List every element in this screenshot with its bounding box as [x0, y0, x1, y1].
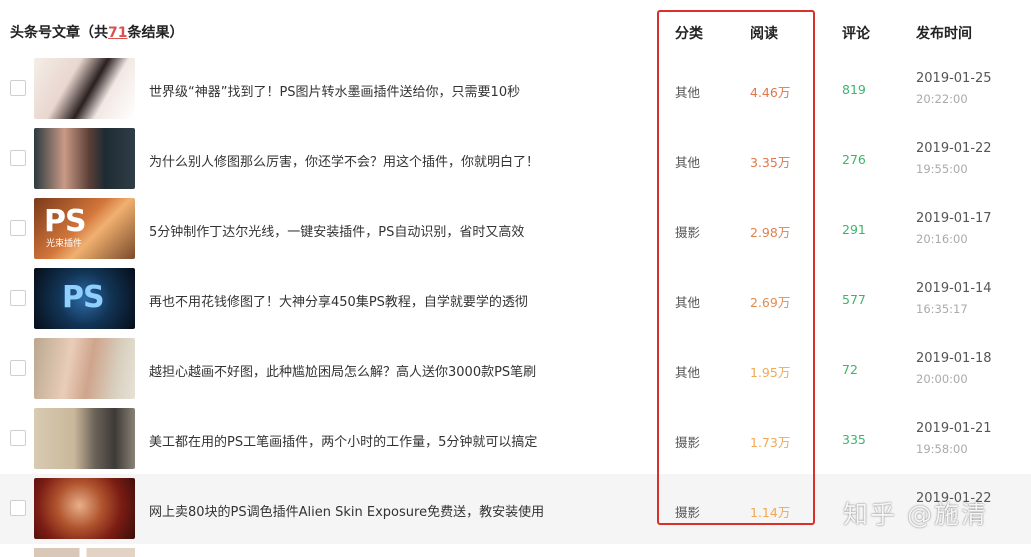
row-checkbox[interactable]	[10, 290, 26, 306]
watermark: 知乎 @施清	[843, 500, 988, 529]
publish-date: 2019-01-17	[916, 211, 992, 226]
result-count[interactable]: 71	[108, 25, 127, 41]
ps-logo-thumbnail[interactable]: PS 光束插件	[34, 198, 135, 259]
table-row: PS 再也不用花钱修图了！大神分享450集PS教程，自学就要学的透彻 其他 2.…	[0, 264, 1031, 334]
article-title-link[interactable]: 为什么别人修图那么厉害，你还学不会？用这个插件，你就明白了！	[149, 151, 539, 170]
partial-next-row	[0, 544, 1031, 557]
comments-cell[interactable]: 291	[842, 222, 866, 237]
publish-date: 2019-01-25	[916, 71, 992, 86]
reads-cell: 3.35万	[750, 155, 791, 170]
category-cell: 其他	[675, 155, 701, 170]
article-title-link[interactable]: 越担心越画不好图，此种尴尬困局怎么解？高人送你3000款PS笔刷	[149, 361, 536, 380]
publish-date: 2019-01-14	[916, 281, 992, 296]
category-cell: 其他	[675, 295, 701, 310]
article-title-link[interactable]: 再也不用花钱修图了！大神分享450集PS教程，自学就要学的透彻	[149, 291, 528, 310]
category-cell: 摄影	[675, 225, 701, 240]
table-row: 世界级“神器”找到了！PS图片转水墨画插件送给你，只需要10秒 其他 4.46万…	[0, 54, 1031, 124]
publish-date: 2019-01-22	[916, 141, 992, 156]
column-header-comments[interactable]: 评论	[842, 23, 870, 43]
publish-date: 2019-01-18	[916, 351, 992, 366]
publish-time: 20:00:00	[916, 372, 968, 386]
reads-cell: 1.14万	[750, 505, 791, 520]
table-row: PS 光束插件 5分钟制作丁达尔光线，一键安装插件，PS自动识别，省时又高效 摄…	[0, 194, 1031, 264]
category-cell: 摄影	[675, 505, 701, 520]
row-checkbox[interactable]	[10, 80, 26, 96]
row-checkbox[interactable]	[10, 360, 26, 376]
row-checkbox[interactable]	[10, 500, 26, 516]
article-title-link[interactable]: 5分钟制作丁达尔光线，一键安装插件，PS自动识别，省时又高效	[149, 221, 524, 240]
bride-portrait-thumbnail[interactable]	[34, 478, 135, 539]
article-title-link[interactable]: 世界级“神器”找到了！PS图片转水墨画插件送给你，只需要10秒	[149, 81, 520, 100]
article-title-link[interactable]: 网上卖80块的PS调色插件Alien Skin Exposure免费送，教安装使…	[149, 501, 544, 520]
ps-splash-thumbnail[interactable]: PS	[34, 268, 135, 329]
row-checkbox[interactable]	[10, 430, 26, 446]
table-row: 越担心越画不好图，此种尴尬困局怎么解？高人送你3000款PS笔刷 其他 1.95…	[0, 334, 1031, 404]
reads-cell: 1.95万	[750, 365, 791, 380]
article-title-link[interactable]: 美工都在用的PS工笔画插件，两个小时的工作量，5分钟就可以搞定	[149, 431, 537, 450]
thumbnail-tag: 光束插件	[46, 239, 83, 249]
gongbi-painting-thumbnail[interactable]	[34, 408, 135, 469]
column-header-reads[interactable]: 阅读	[750, 23, 778, 43]
publish-time: 20:22:00	[916, 92, 968, 106]
row-checkbox[interactable]	[10, 220, 26, 236]
table-row: 为什么别人修图那么厉害，你还学不会？用这个插件，你就明白了！ 其他 3.35万 …	[0, 124, 1031, 194]
publish-time: 19:55:00	[916, 162, 968, 176]
reads-cell: 4.46万	[750, 85, 791, 100]
portrait-editing-thumbnail[interactable]	[34, 128, 135, 189]
publish-date: 2019-01-21	[916, 421, 992, 436]
article-list: 世界级“神器”找到了！PS图片转水墨画插件送给你，只需要10秒 其他 4.46万…	[0, 54, 1031, 544]
table-header: 头条号文章（共71条结果） 分类 阅读 评论 发布时间	[0, 0, 1031, 55]
column-header-publish-time[interactable]: 发布时间	[916, 23, 972, 43]
table-row: 美工都在用的PS工笔画插件，两个小时的工作量，5分钟就可以搞定 摄影 1.73万…	[0, 404, 1031, 474]
category-cell: 其他	[675, 85, 701, 100]
comments-cell[interactable]: 335	[842, 432, 866, 447]
ps-logo-text: PS	[62, 280, 105, 315]
reads-cell: 2.69万	[750, 295, 791, 310]
publish-time: 16:35:17	[916, 302, 968, 316]
portrait-thumbnail[interactable]	[34, 58, 135, 119]
results-title: 头条号文章（共71条结果）	[10, 25, 184, 41]
publish-time: 19:58:00	[916, 442, 968, 456]
fantasy-portrait-thumbnail[interactable]	[34, 338, 135, 399]
publish-time: 20:16:00	[916, 232, 968, 246]
partial-thumbnail	[34, 548, 135, 557]
comments-cell[interactable]: 577	[842, 292, 866, 307]
ps-logo-text: PS	[44, 204, 87, 239]
reads-cell: 1.73万	[750, 435, 791, 450]
comments-cell[interactable]: 276	[842, 152, 866, 167]
reads-cell: 2.98万	[750, 225, 791, 240]
category-cell: 摄影	[675, 435, 701, 450]
comments-cell[interactable]: 819	[842, 82, 866, 97]
comments-cell[interactable]: 72	[842, 362, 858, 377]
row-checkbox[interactable]	[10, 150, 26, 166]
category-cell: 其他	[675, 365, 701, 380]
column-header-category[interactable]: 分类	[675, 23, 703, 43]
